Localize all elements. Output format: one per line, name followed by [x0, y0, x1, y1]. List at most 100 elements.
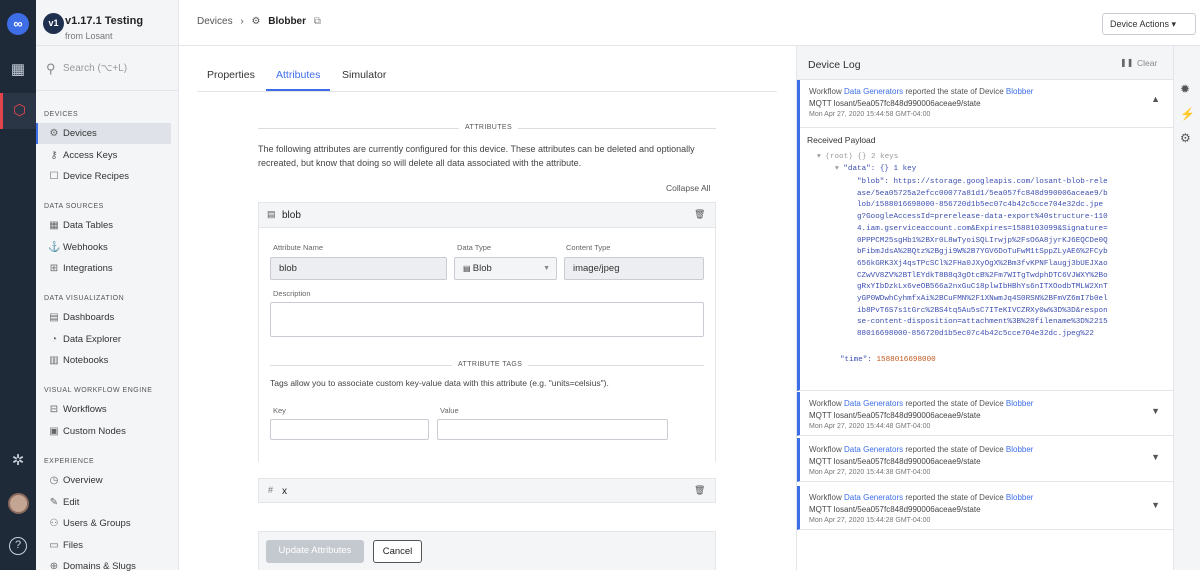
device-actions-button[interactable]: Device Actions ▾: [1102, 13, 1196, 35]
collapse-all-link[interactable]: Collapse All: [666, 181, 710, 195]
sidebar-item-notebooks[interactable]: ▥ Notebooks: [36, 350, 171, 371]
breadcrumb-devices-link[interactable]: Devices: [197, 16, 233, 27]
debug-bug-icon[interactable]: ✹: [1180, 82, 1190, 96]
workflow-link[interactable]: Data Generators: [844, 399, 903, 408]
edge-network-icon[interactable]: ✲: [8, 451, 28, 471]
explorer-icon: ◔: [50, 334, 58, 345]
delete-icon[interactable]: 🗑: [694, 485, 705, 496]
chevron-down-icon[interactable]: ▼: [1151, 500, 1160, 510]
json-blob-line: CZwVV8ZV%2BTlEYdkT8B8q3gOtcB%2Fm7WITgTwd…: [857, 271, 1108, 280]
edit-icon: ✎: [49, 497, 59, 508]
data-type-select[interactable]: ▤ Blob ▼: [454, 257, 557, 280]
sidebar-section-workflow-engine: VISUAL WORKFLOW ENGINE: [44, 387, 153, 394]
chevron-down-icon[interactable]: ▼: [1151, 406, 1160, 416]
log-entry-topic: MQTT losant/5ea057fc848d990006aceae9/sta…: [809, 99, 981, 108]
sidebar-item-workflows[interactable]: ⊟ Workflows: [36, 399, 171, 420]
sidebar-item-access-keys[interactable]: ⚷ Access Keys: [36, 145, 171, 166]
log-entry-date: Mon Apr 27, 2020 15:44:38 GMT-04:00: [809, 469, 931, 476]
workflow-link[interactable]: Data Generators: [844, 493, 903, 502]
attribute-card-x[interactable]: # x 🗑: [258, 478, 716, 503]
sidebar-item-integrations[interactable]: ⊞ Integrations: [36, 258, 171, 279]
plug-icon[interactable]: ⚡: [1180, 107, 1195, 121]
json-blob-line: 88016698000-856720d1b5ec07c4b42c5cce704e…: [857, 330, 1094, 339]
application-cube-icon[interactable]: ⬡: [0, 93, 36, 129]
sidebar-item-files[interactable]: ▭ Files: [36, 535, 171, 556]
sidebar-item-label: Domains & Slugs: [63, 561, 136, 572]
sidebar-item-custom-nodes[interactable]: ▣ Custom Nodes: [36, 421, 171, 442]
settings-gear-icon[interactable]: ⚙: [1180, 131, 1191, 145]
tab-attributes[interactable]: Attributes: [266, 69, 331, 91]
device-link[interactable]: Blobber: [1006, 445, 1034, 454]
main-panel: Properties Attributes Simulator ATTRIBUT…: [179, 46, 795, 570]
log-entry[interactable]: Workflow Data Generators reported the st…: [797, 486, 1174, 530]
attribute-name: x: [282, 486, 287, 497]
sidebar-item-label: Devices: [63, 128, 97, 139]
json-blob-value: "blob": https://storage.googleapis.com/l…: [857, 177, 1173, 341]
json-blob-line: ib8PvT6S7s1tGrc%2BS4tq5Au5sC7ITeKIVCZRXy…: [857, 306, 1108, 315]
sidebar-item-users-groups[interactable]: ⚇ Users & Groups: [36, 513, 171, 534]
attributes-intro: The following attributes are currently c…: [258, 144, 695, 168]
tab-simulator[interactable]: Simulator: [342, 69, 386, 81]
tab-properties[interactable]: Properties: [207, 69, 255, 81]
chevron-up-icon[interactable]: ▲: [1151, 94, 1160, 104]
description-textarea[interactable]: [270, 302, 704, 337]
log-entry-summary: Workflow Data Generators reported the st…: [809, 87, 1034, 96]
cancel-button[interactable]: Cancel: [373, 540, 422, 563]
log-entry-expanded[interactable]: Workflow Data Generators reported the st…: [797, 80, 1174, 391]
json-blob-line: gRxYIbDzkLx6veOB566a2nxGuC18plwIbHBhYs6n…: [857, 283, 1108, 292]
device-link[interactable]: Blobber: [1006, 87, 1034, 96]
sidebar-item-overview[interactable]: ◷ Overview: [36, 470, 171, 491]
sidebar-item-webhooks[interactable]: ⚓ Webhooks: [36, 237, 171, 258]
device-link[interactable]: Blobber: [1006, 493, 1034, 502]
workflow-link[interactable]: Data Generators: [844, 87, 903, 96]
sidebar-item-domains-slugs[interactable]: ⊕ Domains & Slugs: [36, 556, 171, 577]
app-title: v1.17.1 Testing: [65, 15, 144, 27]
user-avatar[interactable]: [8, 493, 29, 514]
hash-icon: #: [268, 485, 274, 495]
sidebar-item-label: Dashboards: [63, 312, 115, 323]
json-root-line[interactable]: ▾ (root) {} 2 keys: [817, 152, 898, 164]
delete-icon[interactable]: 🗑: [694, 209, 705, 220]
log-entry-topic: MQTT losant/5ea057fc848d990006aceae9/sta…: [809, 457, 981, 466]
sidebar-item-label: Workflows: [63, 404, 107, 415]
sidebar-item-data-explorer[interactable]: ◔ Data Explorer: [36, 329, 171, 350]
json-blob-line: 0PPPCM25sgHb1%2BXr0L8wTyoiSQLIrwjp%2FsO6…: [857, 236, 1108, 245]
help-icon[interactable]: ?: [9, 537, 27, 555]
attributes-heading: ATTRIBUTES: [459, 124, 519, 131]
copy-id-icon[interactable]: ⧉: [314, 16, 321, 27]
sidebar-item-data-tables[interactable]: ▦ Data Tables: [36, 215, 171, 236]
attribute-card-header[interactable]: ▤ blob 🗑: [259, 203, 715, 228]
json-blob-line: lob/1588016698000-856720d1b5ec07c4b42c5c…: [857, 201, 1104, 210]
sidebar-item-edit[interactable]: ✎ Edit: [36, 492, 171, 513]
app-header[interactable]: v1 v1.17.1 Testing from Losant: [36, 0, 179, 46]
sidebar-item-dashboards[interactable]: ▤ Dashboards: [36, 307, 171, 328]
data-type-value: Blob: [472, 263, 492, 274]
sidebar-item-label: Data Explorer: [63, 334, 122, 345]
pause-icon[interactable]: ❚❚: [1120, 58, 1133, 67]
device-link[interactable]: Blobber: [1006, 399, 1034, 408]
log-entry[interactable]: Workflow Data Generators reported the st…: [797, 392, 1174, 436]
chevron-down-icon: ▼: [543, 265, 550, 272]
sidebar-item-device-recipes[interactable]: ☐ Device Recipes: [36, 166, 171, 187]
chevron-down-icon[interactable]: ▼: [1151, 452, 1160, 462]
tag-value-input[interactable]: [437, 419, 668, 440]
file-icon: ▤: [267, 209, 276, 219]
sidebar-item-devices[interactable]: ⚙ Devices: [36, 123, 171, 144]
dashboard-grid-icon[interactable]: ▦: [8, 60, 28, 80]
sidebar-item-label: Integrations: [63, 263, 113, 274]
log-entry-date: Mon Apr 27, 2020 15:44:58 GMT-04:00: [809, 111, 931, 118]
json-data-line[interactable]: ▾ "data": {} 1 key: [835, 164, 916, 176]
attribute-tags-heading: ATTRIBUTE TAGS: [452, 361, 529, 368]
log-entry-date: Mon Apr 27, 2020 15:44:48 GMT-04:00: [809, 423, 931, 430]
workflow-link[interactable]: Data Generators: [844, 445, 903, 454]
content-type-label: Content Type: [566, 243, 611, 252]
tag-key-input[interactable]: [270, 419, 429, 440]
update-attributes-button[interactable]: Update Attributes: [266, 540, 364, 563]
icon-rail: ∞ ▦ ⬡ ✲ ?: [0, 0, 36, 570]
losant-logo-icon[interactable]: ∞: [7, 13, 29, 35]
sidebar-search[interactable]: ⚲ Search (⌥+L): [36, 46, 179, 91]
sidebar-item-label: Users & Groups: [63, 518, 131, 529]
clear-log-button[interactable]: Clear: [1137, 58, 1157, 68]
log-entry[interactable]: Workflow Data Generators reported the st…: [797, 438, 1174, 482]
integration-icon: ⊞: [49, 263, 59, 274]
